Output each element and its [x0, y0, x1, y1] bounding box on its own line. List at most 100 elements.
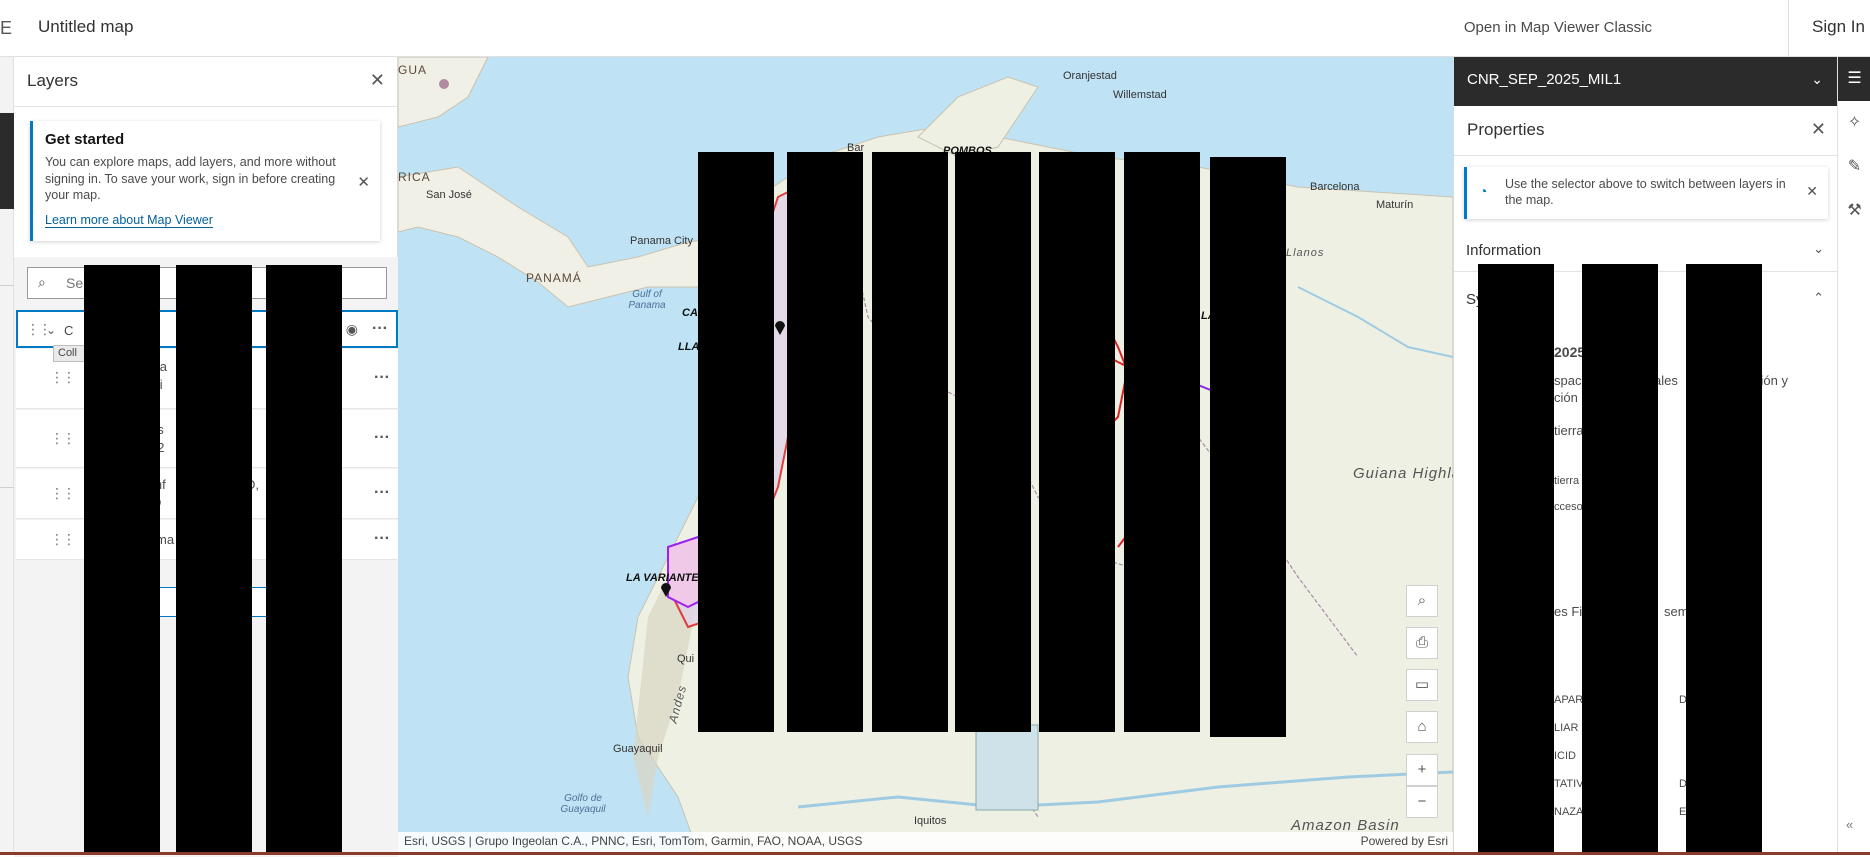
- chevron-down-icon[interactable]: ⌄: [1813, 241, 1824, 257]
- redaction-bar: [787, 152, 863, 732]
- map-label: Golfo de Guayaquil: [560, 793, 606, 815]
- redaction-bar: [1039, 152, 1115, 732]
- symbology-fragment: NAZA: [1554, 806, 1584, 818]
- home-icon[interactable]: ⌂: [1406, 711, 1438, 743]
- menu-icon[interactable]: E: [0, 18, 12, 39]
- app-header: E Untitled map Open in Map Viewer Classi…: [0, 0, 1870, 57]
- map-label: Guayaquil: [613, 743, 663, 755]
- redaction-bar: [1124, 152, 1200, 732]
- layer-name: C: [64, 323, 74, 338]
- properties-icon[interactable]: ☰: [1838, 57, 1870, 101]
- get-started-title: Get started: [45, 131, 125, 148]
- monitor-icon[interactable]: ▭: [1406, 669, 1438, 701]
- configure-icon[interactable]: ⚒: [1838, 189, 1870, 233]
- learn-more-link[interactable]: Learn more about Map Viewer: [45, 213, 213, 228]
- properties-title: Properties: [1467, 120, 1545, 139]
- symbology-fragment: sem: [1664, 604, 1689, 619]
- more-options-icon[interactable]: ···: [374, 530, 390, 548]
- drag-handle-icon[interactable]: ⋮⋮: [50, 369, 76, 386]
- drag-handle-icon[interactable]: ⋮⋮: [50, 430, 76, 447]
- redaction-bar: [1478, 264, 1554, 854]
- notice-text: Use the selector above to switch between…: [1505, 177, 1786, 207]
- map-label: CA: [682, 307, 698, 319]
- layer-selector[interactable]: CNR_SEP_2025_MIL1 ⌄: [1454, 57, 1837, 106]
- redaction-bar: [176, 265, 252, 855]
- attribution-text[interactable]: Esri, USGS | Grupo Ingeolan C.A., PNNC, …: [404, 834, 862, 848]
- information-title: Information: [1466, 242, 1542, 259]
- toolbar-divider: [0, 487, 14, 488]
- eye-icon[interactable]: ◉: [346, 321, 358, 338]
- open-classic-link[interactable]: Open in Map Viewer Classic: [1464, 19, 1652, 36]
- layers-panel: Layers ✕ Get started You can explore map…: [14, 57, 398, 857]
- layers-panel-title: Layers: [27, 71, 79, 90]
- print-icon[interactable]: ⎙: [1406, 627, 1438, 659]
- close-icon[interactable]: ✕: [370, 70, 385, 91]
- collapse-tooltip: Coll: [53, 345, 87, 362]
- map-label: Oranjestad: [1063, 70, 1117, 82]
- symbology-fragment: tierra: [1554, 423, 1584, 438]
- redaction-bar: [1686, 264, 1762, 854]
- chevron-down-icon[interactable]: ⌄: [46, 322, 56, 339]
- properties-header: Properties ✕: [1454, 106, 1838, 156]
- chevron-down-icon[interactable]: ⌄: [1811, 71, 1823, 88]
- drag-handle-icon[interactable]: ⋮⋮: [50, 531, 76, 548]
- redaction-bar: [1582, 264, 1658, 854]
- collapse-icon[interactable]: «: [1846, 817, 1853, 832]
- styles-icon[interactable]: ✎: [1838, 145, 1870, 189]
- map-label: Willemstad: [1113, 89, 1167, 101]
- get-started-notice: Get started You can explore maps, add la…: [30, 121, 380, 241]
- powered-by-esri[interactable]: Powered by Esri: [1361, 834, 1448, 848]
- more-options-icon[interactable]: ···: [372, 320, 388, 338]
- search-icon[interactable]: ⌕: [1406, 585, 1438, 617]
- symbology-fragment: LIAR: [1554, 722, 1579, 734]
- more-options-icon[interactable]: ···: [374, 484, 390, 502]
- symbology-fragment: ICID: [1554, 750, 1576, 762]
- map-label: Iquitos: [914, 815, 947, 827]
- map-label: LA VARIANTE: [626, 572, 699, 584]
- left-toolbar: [0, 57, 14, 855]
- redaction-bar: [84, 265, 160, 855]
- properties-panel: CNR_SEP_2025_MIL1 ⌄ Properties ✕ ◔ Use t…: [1453, 57, 1838, 855]
- get-started-body: You can explore maps, add layers, and mo…: [45, 155, 336, 202]
- search-icon: ⌕: [38, 274, 46, 290]
- redaction-bar: [955, 152, 1031, 732]
- map-label: GUA: [398, 63, 428, 77]
- close-icon[interactable]: ✕: [1806, 183, 1818, 200]
- symbology-fragment: ción: [1554, 390, 1578, 405]
- close-icon[interactable]: ✕: [357, 173, 370, 191]
- redaction-bar: [698, 152, 774, 732]
- toolbar-divider: [0, 285, 14, 286]
- close-icon[interactable]: ✕: [1811, 119, 1826, 140]
- sign-in-button[interactable]: Sign In: [1812, 17, 1865, 37]
- map-label: PANAMÁ: [526, 271, 582, 285]
- map-label: San José: [426, 189, 472, 201]
- zoom-out-icon[interactable]: −: [1406, 786, 1438, 818]
- redaction-bar: [872, 152, 948, 732]
- selected-layer-name: CNR_SEP_2025_MIL1: [1467, 71, 1622, 88]
- more-options-icon[interactable]: ···: [374, 369, 390, 387]
- header-divider: [1788, 0, 1789, 57]
- active-tool-indicator[interactable]: [0, 113, 14, 209]
- map-label: Qui: [677, 653, 695, 665]
- map-attribution: Esri, USGS | Grupo Ingeolan C.A., PNNC, …: [398, 832, 1453, 852]
- symbology-fragment: cceso: [1554, 501, 1583, 513]
- map-label: Barcelona: [1310, 181, 1360, 193]
- more-options-icon[interactable]: ···: [374, 429, 390, 447]
- symbology-fragment: tierra: [1554, 475, 1580, 487]
- layer-selector-notice: ◔ Use the selector above to switch betwe…: [1464, 167, 1828, 219]
- map-view[interactable]: GUA RICA San José Panama City PANAMÁ Gul…: [398, 57, 1453, 852]
- redaction-bar: [266, 265, 342, 855]
- map-label: Llanos: [1286, 247, 1325, 259]
- symbology-fragment: TATIV: [1554, 778, 1584, 790]
- map-label: RICA: [398, 170, 431, 184]
- map-title[interactable]: Untitled map: [38, 17, 133, 37]
- zoom-in-icon[interactable]: +: [1406, 754, 1438, 786]
- layers-panel-header: Layers ✕: [14, 57, 397, 107]
- map-label: Gulf of Panama: [628, 289, 666, 311]
- symbology-fragment: es Fi: [1554, 604, 1583, 619]
- effects-icon[interactable]: ✧: [1838, 101, 1870, 145]
- chevron-up-icon[interactable]: ⌃: [1813, 290, 1824, 306]
- right-toolbar: ☰ ✧ ✎ ⚒ «: [1837, 57, 1870, 855]
- drag-handle-icon[interactable]: ⋮⋮: [50, 485, 76, 502]
- symbology-fragment: 2025: [1554, 344, 1586, 360]
